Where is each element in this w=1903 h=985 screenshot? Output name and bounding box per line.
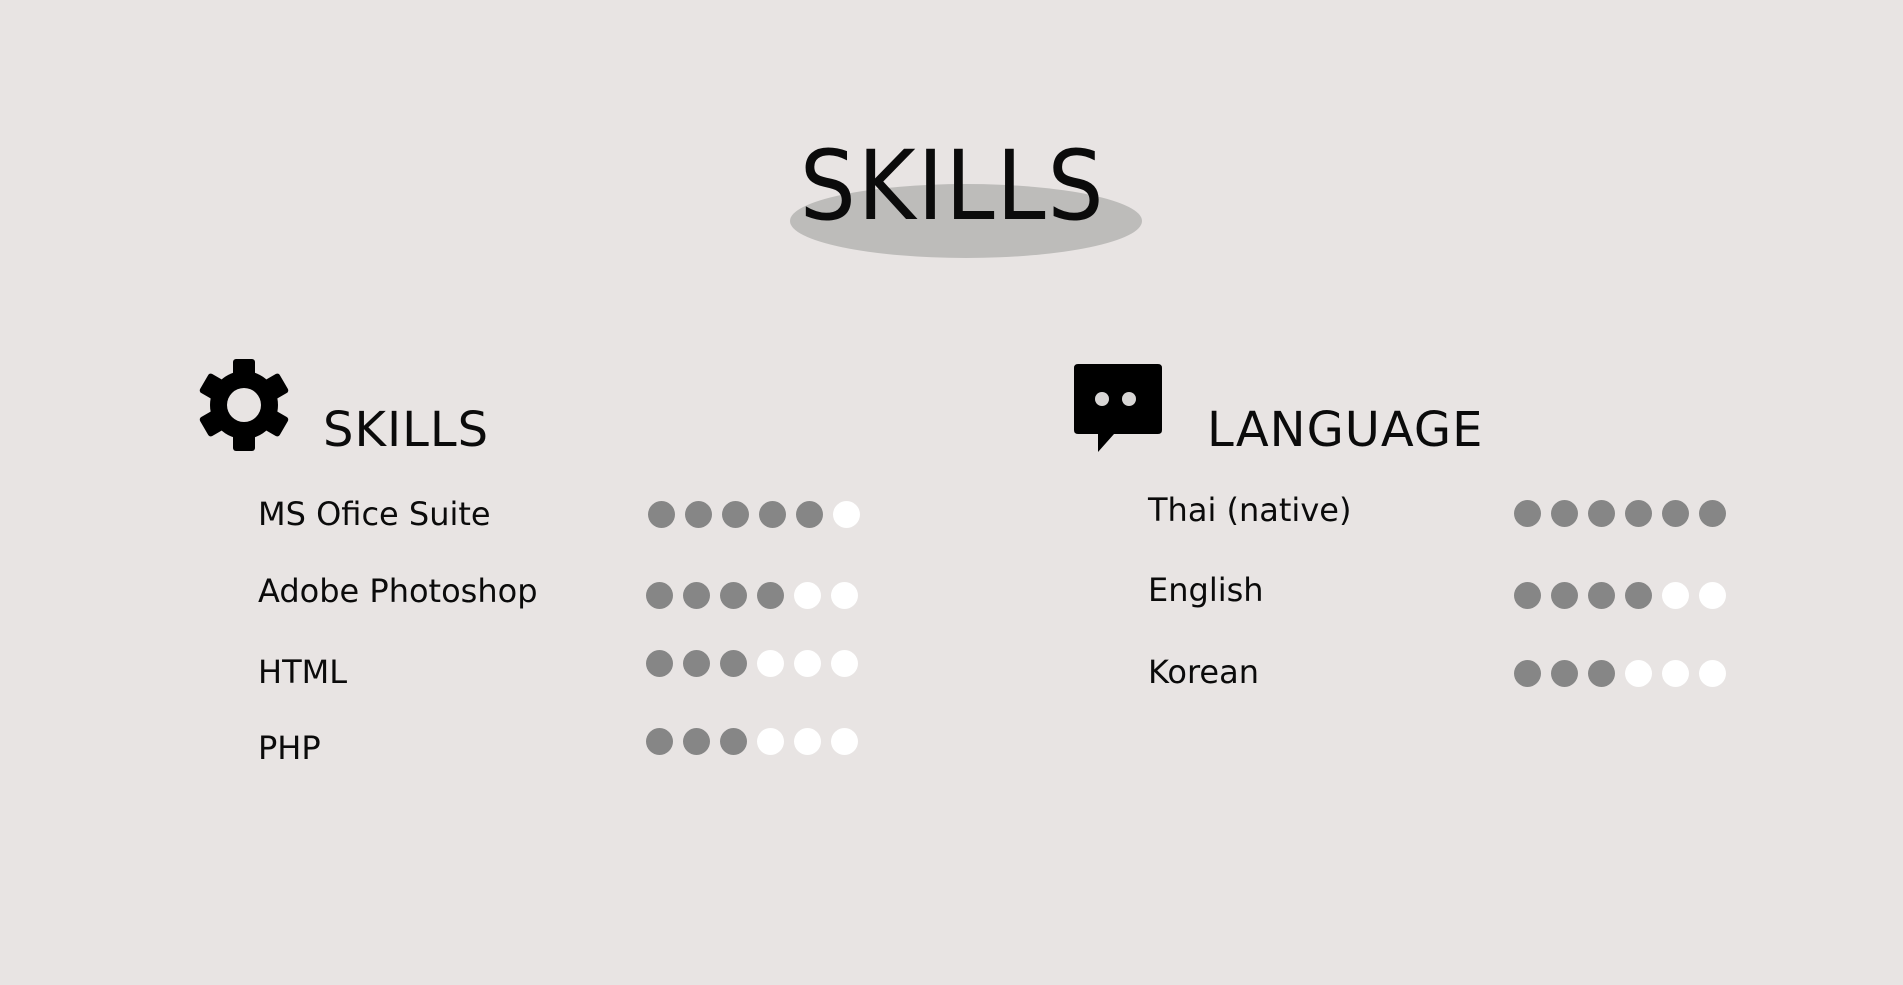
page-title: SKILLS (799, 130, 1106, 242)
rating-dot-empty (794, 728, 821, 755)
rating-dot-empty (1625, 660, 1652, 687)
rating-dot-empty (1699, 660, 1726, 687)
language-title: LANGUAGE (1207, 402, 1484, 458)
language-label: Korean (1148, 653, 1259, 691)
rating-dot-filled (1551, 660, 1578, 687)
rating-dot-filled (1699, 500, 1726, 527)
rating-dot-filled (646, 650, 673, 677)
rating-dot-filled (720, 582, 747, 609)
gear-icon (198, 358, 290, 456)
language-label: Thai (native) (1148, 491, 1352, 529)
rating-dot-filled (1514, 660, 1541, 687)
rating-dot-filled (1514, 582, 1541, 609)
rating-dot-empty (1699, 582, 1726, 609)
rating-dot-filled (683, 650, 710, 677)
language-label: English (1148, 571, 1264, 609)
rating-dot-empty (757, 650, 784, 677)
rating-dot-filled (720, 728, 747, 755)
rating-dot-filled (1588, 582, 1615, 609)
rating-dot-filled (683, 582, 710, 609)
skill-rating (646, 728, 858, 755)
rating-dot-filled (1551, 582, 1578, 609)
language-row-thai: Thai (native) (1148, 490, 1726, 530)
rating-dot-filled (1588, 500, 1615, 527)
rating-dot-empty (831, 728, 858, 755)
rating-dot-filled (646, 728, 673, 755)
rating-dot-filled (683, 728, 710, 755)
rating-dot-filled (720, 650, 747, 677)
rating-dot-filled (796, 501, 823, 528)
rating-dot-filled (1662, 500, 1689, 527)
rating-dot-filled (1588, 660, 1615, 687)
rating-dot-empty (1662, 660, 1689, 687)
language-rating (1514, 500, 1726, 527)
rating-dot-filled (685, 501, 712, 528)
rating-dot-empty (833, 501, 860, 528)
chat-bubble-icon (1074, 364, 1164, 458)
rating-dot-empty (1662, 582, 1689, 609)
skill-row-photoshop: Adobe Photoshop (258, 571, 858, 611)
language-rating (1514, 660, 1726, 687)
rating-dot-empty (794, 582, 821, 609)
skill-label: PHP (258, 729, 321, 767)
rating-dot-filled (1625, 582, 1652, 609)
rating-dot-empty (831, 582, 858, 609)
title-area: SKILLS (0, 0, 1903, 270)
language-rating (1514, 582, 1726, 609)
rating-dot-filled (1625, 500, 1652, 527)
rating-dot-filled (646, 582, 673, 609)
rating-dot-filled (1551, 500, 1578, 527)
rating-dot-filled (722, 501, 749, 528)
language-row-korean: Korean (1148, 652, 1726, 692)
rating-dot-empty (757, 728, 784, 755)
rating-dot-filled (759, 501, 786, 528)
rating-dot-filled (648, 501, 675, 528)
skills-title: SKILLS (323, 402, 490, 458)
rating-dot-empty (831, 650, 858, 677)
rating-dot-filled (757, 582, 784, 609)
skill-rating (648, 501, 860, 528)
skill-row-php: PHP (258, 728, 858, 768)
skill-row-ms-office: MS Ofice Suite (258, 494, 860, 534)
skill-rating (646, 582, 858, 609)
skill-label: HTML (258, 653, 348, 691)
language-row-english: English (1148, 570, 1726, 610)
skill-label: MS Ofice Suite (258, 495, 491, 533)
skill-label: Adobe Photoshop (258, 572, 538, 610)
rating-dot-empty (794, 650, 821, 677)
skill-row-html: HTML (258, 650, 858, 692)
skill-rating (646, 650, 858, 677)
rating-dot-filled (1514, 500, 1541, 527)
